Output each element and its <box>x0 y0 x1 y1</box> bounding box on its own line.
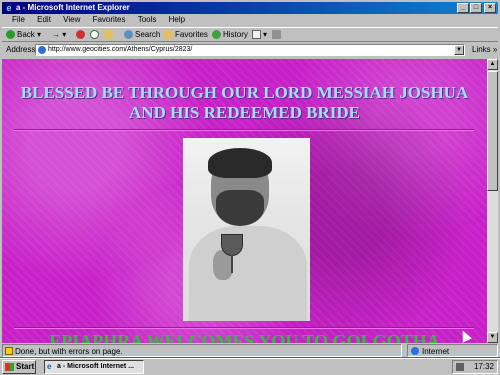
taskbar-item-label: a - Microsoft Internet ... <box>57 363 135 370</box>
history-button[interactable]: History <box>212 28 248 42</box>
forward-icon: → <box>52 30 60 39</box>
window-title: a - Microsoft Internet Explorer <box>16 3 130 12</box>
maximize-button[interactable]: □ <box>470 3 482 13</box>
page-content: BLESSED BE THROUGH OUR LORD MESSIAH JOSH… <box>2 59 487 343</box>
forward-button[interactable]: → ▾ <box>52 28 66 42</box>
links-button[interactable]: Links » <box>472 43 497 57</box>
back-label: Back <box>17 30 35 39</box>
system-tray: 17:32 <box>452 360 498 374</box>
browser-window: e a - Microsoft Internet Explorer _ □ × … <box>0 0 500 357</box>
favorites-label: Favorites <box>175 30 208 39</box>
close-button[interactable]: × <box>484 3 496 13</box>
search-label: Search <box>135 30 161 39</box>
scroll-up-button[interactable]: ▲ <box>487 59 498 70</box>
mail-icon <box>252 30 261 39</box>
status-text: Done, but with errors on page. <box>15 347 123 356</box>
horizontal-rule-bottom <box>14 327 474 329</box>
refresh-button[interactable] <box>90 28 101 42</box>
back-icon <box>6 30 15 39</box>
address-bar: Address http://www.geocities.com/Athens/… <box>2 43 498 57</box>
mail-button[interactable]: ▾ <box>252 28 267 42</box>
minimize-button[interactable]: _ <box>457 3 469 13</box>
stop-icon <box>76 30 85 39</box>
clock: 17:32 <box>473 362 494 371</box>
home-button[interactable] <box>104 28 115 42</box>
print-button[interactable] <box>272 28 283 42</box>
security-zone: Internet <box>407 344 498 357</box>
globe-icon <box>411 347 419 355</box>
history-label: History <box>223 30 248 39</box>
history-icon <box>212 30 221 39</box>
speaker-icon[interactable] <box>456 363 464 371</box>
address-input[interactable]: http://www.geocities.com/Athens/Cyprus/2… <box>35 44 465 56</box>
address-url: http://www.geocities.com/Athens/Cyprus/2… <box>48 46 193 53</box>
back-button[interactable]: Back ▾ <box>6 28 41 42</box>
start-label: Start <box>16 362 35 371</box>
zone-label: Internet <box>422 347 450 356</box>
taskbar: Start e a - Microsoft Internet ... 17:32 <box>0 358 500 375</box>
menu-help[interactable]: Help <box>169 15 185 24</box>
search-button[interactable]: Search <box>124 28 160 42</box>
ie-icon: e <box>6 3 12 13</box>
man-with-wine-glass-photo <box>183 138 310 321</box>
warning-icon <box>5 347 13 355</box>
ie-icon: e <box>47 362 52 371</box>
windows-logo-icon <box>5 363 14 371</box>
taskbar-item-ie[interactable]: e a - Microsoft Internet ... <box>44 360 144 374</box>
horizontal-rule <box>14 129 474 131</box>
menu-bar: File Edit View Favorites Tools Help <box>2 14 498 26</box>
favorites-icon <box>164 30 173 39</box>
scroll-down-button[interactable]: ▼ <box>487 332 498 343</box>
page-headline: BLESSED BE THROUGH OUR LORD MESSIAH JOSH… <box>20 83 469 122</box>
menu-favorites[interactable]: Favorites <box>93 15 126 24</box>
refresh-icon <box>90 30 99 39</box>
print-icon <box>272 30 281 39</box>
stop-button[interactable] <box>76 28 87 42</box>
vertical-scrollbar[interactable]: ▲ ▼ <box>487 59 498 343</box>
search-icon <box>124 30 133 39</box>
status-message[interactable]: Done, but with errors on page. <box>2 344 402 357</box>
welcome-text: EPIAPHRA WELCOMES YOU TO GOLGOTHA <box>49 331 440 343</box>
favorites-button[interactable]: Favorites <box>164 28 208 42</box>
page-icon <box>38 46 46 54</box>
menu-edit[interactable]: Edit <box>37 15 51 24</box>
address-dropdown-button[interactable]: ▼ <box>454 45 464 55</box>
menu-view[interactable]: View <box>63 15 80 24</box>
start-button[interactable]: Start <box>2 360 36 374</box>
menu-file[interactable]: File <box>12 15 25 24</box>
menu-tools[interactable]: Tools <box>138 15 157 24</box>
home-icon <box>104 30 113 39</box>
toolbar: Back ▾ → ▾ Search Favorites History ▾ <box>2 27 498 42</box>
scroll-thumb[interactable] <box>487 71 498 191</box>
title-bar[interactable]: e a - Microsoft Internet Explorer _ □ × <box>2 2 498 14</box>
address-label: Address <box>6 45 36 54</box>
status-bar: Done, but with errors on page. Internet <box>2 344 498 357</box>
